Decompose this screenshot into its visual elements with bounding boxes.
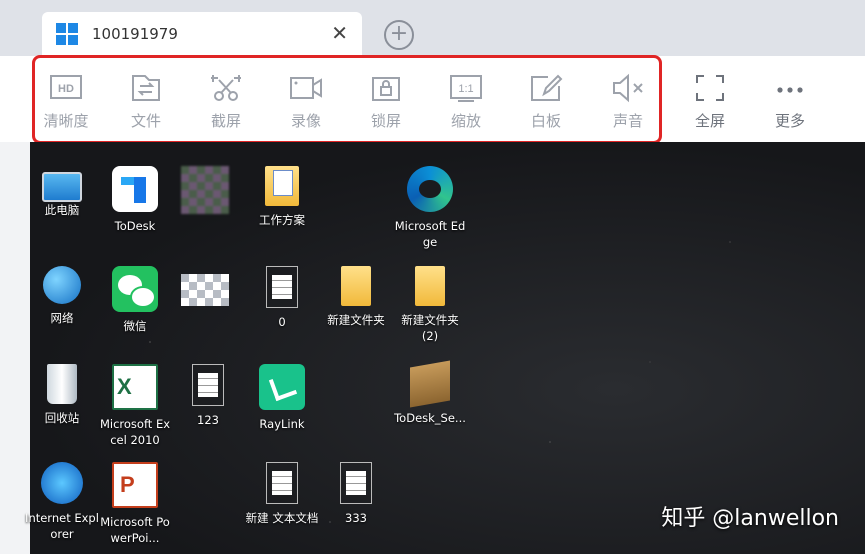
screenshot-icon — [211, 75, 241, 101]
icon-label: 新建文件夹 (2) — [401, 313, 459, 343]
desktop-icon-network[interactable]: 网络 — [24, 266, 100, 326]
desktop-icon-excel[interactable]: Microsoft Excel 2010 — [97, 364, 173, 448]
tab-title: 100191979 — [92, 25, 178, 43]
powerpoint-icon — [112, 462, 158, 508]
network-icon — [43, 266, 81, 304]
desktop-icon-wechat[interactable]: 微信 — [97, 266, 173, 334]
tool-screenshot-button[interactable]: 截屏 — [196, 72, 256, 134]
raylink-icon — [259, 364, 305, 410]
folder-icon — [415, 266, 445, 306]
icon-label: Microsoft Edge — [394, 219, 466, 249]
desktop-icon-raylink[interactable]: RayLink — [244, 364, 320, 432]
icon-label: 新建文件夹 — [327, 313, 385, 327]
tool-label: 全屏 — [694, 112, 725, 130]
tool-sound-button[interactable]: 声音 — [598, 72, 658, 134]
fullscreen-icon — [696, 75, 724, 101]
desktop-icon-new-folder-2[interactable]: 新建文件夹 (2) — [392, 266, 468, 344]
icon-label: 网络 — [50, 311, 74, 325]
wechat-icon — [112, 266, 158, 312]
session-tab[interactable]: 100191979 ✕ — [42, 12, 362, 56]
tool-file-button[interactable]: 文件 — [116, 72, 176, 134]
windows-icon — [56, 23, 78, 45]
desktop-icon-powerpoint[interactable]: Microsoft PowerPoi... — [97, 462, 173, 546]
icon-label: 123 — [197, 413, 219, 427]
desktop-icon-blurred[interactable] — [167, 166, 243, 220]
desktop-icon-file-0[interactable]: 0 — [244, 266, 320, 330]
text-file-icon — [266, 266, 298, 308]
tool-label: 清晰度 — [43, 112, 89, 130]
hd-glyph: HD — [58, 83, 74, 95]
new-tab-button[interactable]: + — [384, 20, 414, 50]
internet-explorer-icon — [41, 462, 83, 504]
tool-label: 缩放 — [450, 112, 481, 130]
tool-label: 录像 — [290, 112, 321, 130]
icon-label: 此电脑 — [44, 203, 80, 217]
icon-label: 新建 文本文档 — [245, 511, 319, 525]
text-file-icon — [266, 462, 298, 504]
icon-label: Internet Explorer — [25, 511, 99, 541]
desktop-icon-this-pc[interactable]: 此电脑 — [24, 166, 100, 218]
hd-icon: HD — [50, 75, 82, 99]
icon-label: 工作方案 — [259, 213, 305, 227]
tool-more-button[interactable]: 更多 — [760, 72, 820, 134]
icon-label: 回收站 — [44, 411, 80, 425]
recycle-bin-icon — [47, 364, 77, 404]
word-folder-icon — [265, 166, 299, 206]
blurred-icon — [181, 166, 229, 214]
close-tab-icon[interactable]: ✕ — [331, 21, 348, 45]
video-record-icon — [290, 77, 322, 99]
desktop-icon-file-123[interactable]: 123 — [170, 364, 246, 428]
scale-glyph: 1:1 — [458, 83, 473, 95]
desktop-icon-todesk-setup[interactable]: ToDesk_Se... — [392, 360, 468, 426]
desktop-icon-edge[interactable]: Microsoft Edge — [392, 166, 468, 250]
icon-label: 微信 — [123, 319, 147, 333]
blurred-icon — [181, 274, 229, 306]
tool-label: 文件 — [130, 112, 161, 130]
tool-label: 锁屏 — [370, 112, 401, 130]
icon-label: ToDesk — [114, 219, 156, 233]
file-transfer-icon — [132, 75, 160, 101]
text-file-icon — [340, 462, 372, 504]
tool-whiteboard-button[interactable]: 白板 — [516, 72, 576, 134]
desktop-icon-ie[interactable]: Internet Explorer — [24, 462, 100, 542]
tool-record-button[interactable]: 录像 — [276, 72, 336, 134]
icon-label: Microsoft Excel 2010 — [99, 417, 171, 447]
tab-bar: 100191979 ✕ + — [0, 0, 865, 56]
edge-icon — [407, 166, 453, 212]
tool-label: 截屏 — [210, 112, 241, 130]
tool-label: 白板 — [530, 112, 561, 130]
excel-icon — [112, 364, 158, 410]
watermark: 知乎 @lanwellon — [661, 506, 839, 531]
tool-scale-button[interactable]: 1:1 缩放 — [436, 72, 496, 134]
tool-lock-button[interactable]: 锁屏 — [356, 72, 416, 134]
folder-icon — [341, 266, 371, 306]
computer-icon — [42, 172, 82, 202]
text-file-icon — [192, 364, 224, 406]
scale-icon: 1:1 — [450, 75, 482, 102]
desktop-icon-file-333[interactable]: 333 — [318, 462, 394, 526]
desktop-icon-recycle-bin[interactable]: 回收站 — [24, 364, 100, 426]
remote-toolbar: HD 清晰度 文件 截屏 录像 锁屏 1:1 缩放 白板 声音 全屏 更多 — [0, 56, 865, 142]
lock-icon — [372, 77, 400, 101]
tool-fullscreen-button[interactable]: 全屏 — [680, 72, 740, 134]
desktop-icon-work-plan[interactable]: 工作方案 — [244, 166, 320, 228]
icon-label: ToDesk_Se... — [394, 411, 466, 425]
icon-label: Microsoft PowerPoi... — [100, 515, 170, 545]
installer-box-icon — [410, 360, 450, 408]
desktop-icon-todesk[interactable]: ToDesk — [97, 166, 173, 234]
icon-label: 333 — [345, 511, 367, 525]
desktop-icon-new-text-doc[interactable]: 新建 文本文档 — [244, 462, 320, 526]
icon-label: 0 — [278, 315, 286, 329]
more-icon — [777, 87, 803, 93]
tool-clarity-button[interactable]: HD 清晰度 — [36, 72, 96, 134]
tool-label: 声音 — [612, 112, 643, 130]
tool-label: 更多 — [774, 112, 805, 130]
desktop-icon-new-folder[interactable]: 新建文件夹 — [318, 266, 394, 328]
desktop-icon-blurred-2[interactable] — [167, 266, 243, 306]
todesk-icon — [112, 166, 158, 212]
sound-muted-icon — [613, 73, 643, 103]
icon-label: RayLink — [259, 417, 305, 431]
whiteboard-icon — [531, 74, 563, 101]
